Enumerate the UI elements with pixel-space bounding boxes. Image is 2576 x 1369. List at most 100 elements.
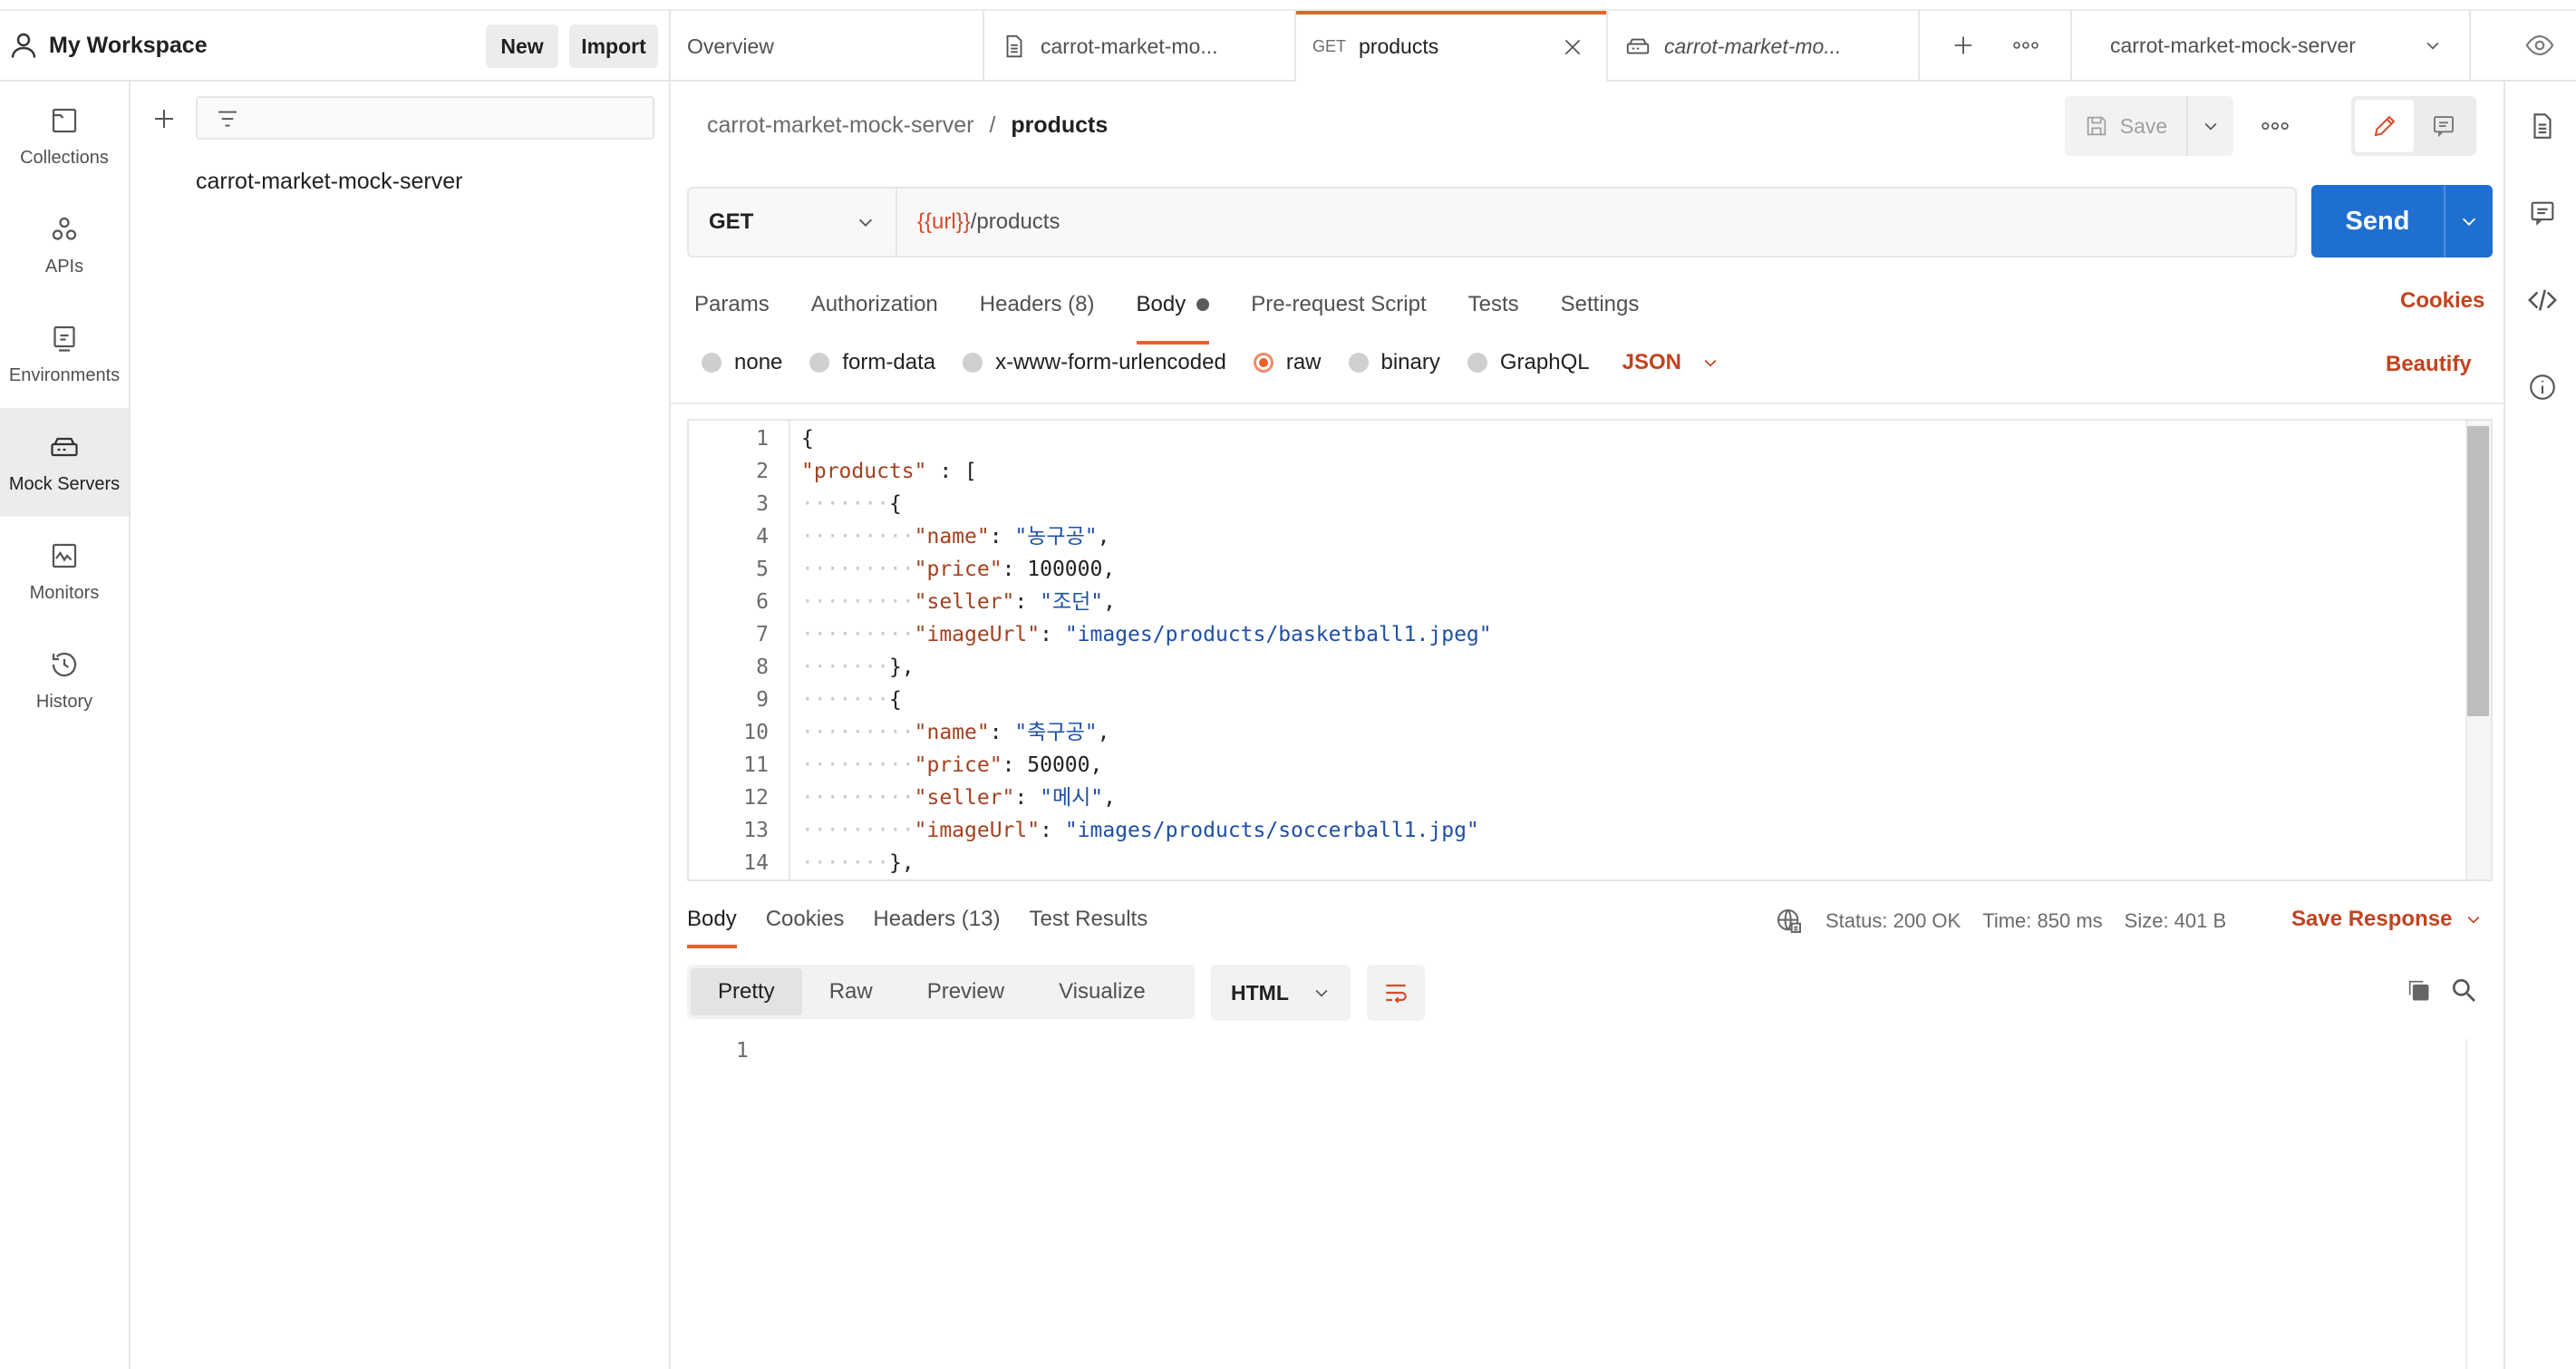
response-status[interactable]: Status: 200 OK <box>1825 909 1961 933</box>
response-scrollbar[interactable] <box>2465 1039 2467 1369</box>
response-size[interactable]: Size: 401 B <box>2125 909 2227 933</box>
comment-mode-button[interactable] <box>2414 100 2473 152</box>
tab-headers[interactable]: Headers (8) <box>980 286 1095 323</box>
code-line[interactable]: ·······{ <box>801 488 902 520</box>
import-button[interactable]: Import <box>569 24 658 68</box>
tab-overview[interactable]: Overview <box>671 11 984 82</box>
json-key: "price" <box>914 753 1002 777</box>
code-line[interactable]: "products" : [ <box>801 455 977 488</box>
tab-params[interactable]: Params <box>694 286 770 323</box>
sidebar-item-collections[interactable]: Collections <box>0 82 129 190</box>
more-icon[interactable] <box>2261 112 2290 140</box>
sidebar-item-mock-servers[interactable]: Mock Servers <box>0 408 129 517</box>
code-line[interactable]: ·········"name": "축구공", <box>801 716 1109 749</box>
radio-form-data[interactable]: form-data <box>809 350 935 375</box>
search-icon[interactable] <box>2449 976 2478 1005</box>
send-button[interactable]: Send <box>2311 185 2445 257</box>
tab-pre-request-script[interactable]: Pre-request Script <box>1251 286 1426 323</box>
tab-settings[interactable]: Settings <box>1561 286 1640 323</box>
environment-quick-look[interactable] <box>2503 11 2576 82</box>
breadcrumb-current[interactable]: products <box>1011 112 1108 138</box>
tab-body[interactable]: Body <box>1136 286 1210 345</box>
edit-mode-button[interactable] <box>2355 100 2414 152</box>
response-format-select[interactable]: HTML <box>1211 965 1351 1021</box>
sidebar-item-history[interactable]: History <box>0 626 129 734</box>
code-line[interactable]: ·········"price": 100000, <box>801 553 1115 586</box>
save-button[interactable]: Save <box>2065 96 2188 156</box>
response-tab-headers[interactable]: Headers (13) <box>873 907 1000 932</box>
cookies-link[interactable]: Cookies <box>2400 288 2484 314</box>
code-line[interactable]: ·········"name": "농구공", <box>801 520 1109 553</box>
json-key: "price" <box>914 558 1002 581</box>
code-line[interactable]: ·········"seller": "메시", <box>801 782 1116 814</box>
radio-binary[interactable]: binary <box>1348 350 1440 375</box>
documentation-icon[interactable] <box>2527 111 2558 141</box>
code-line[interactable]: ·········"imageUrl": "images/products/so… <box>801 814 1479 847</box>
close-icon[interactable] <box>1561 35 1584 59</box>
breadcrumb-parent[interactable]: carrot-market-mock-server <box>707 112 973 138</box>
method-select[interactable]: GET <box>689 189 897 256</box>
response-tabs: Body Cookies Headers (13) Test Results <box>687 907 1148 948</box>
json-token: : <box>989 525 1015 549</box>
sidebar-item-apis[interactable]: APIs <box>0 190 129 299</box>
code-line[interactable]: ·········"price": 50000, <box>801 749 1102 782</box>
sidebar-item-environments[interactable]: Environments <box>0 299 129 408</box>
tab-mock-server[interactable]: carrot-market-mo... <box>1608 11 1920 82</box>
response-body-viewer[interactable]: 1 <box>687 1039 2493 1369</box>
view-preview[interactable]: Preview <box>900 968 1031 1015</box>
tab-products[interactable]: GET products <box>1296 11 1608 82</box>
code-line[interactable]: ·······{ <box>801 684 902 716</box>
radio-none[interactable]: none <box>702 350 782 375</box>
beautify-button[interactable]: Beautify <box>2386 352 2472 377</box>
more-icon[interactable] <box>2012 39 2039 52</box>
code-icon[interactable] <box>2527 285 2558 316</box>
new-button[interactable]: New <box>486 24 558 68</box>
language-select[interactable]: JSON <box>1622 350 1719 375</box>
filter-input[interactable] <box>196 96 654 140</box>
pencil-icon <box>2374 115 2395 137</box>
editor-scrollbar-thumb[interactable] <box>2467 426 2489 716</box>
plus-icon[interactable] <box>150 105 178 132</box>
radio-graphql[interactable]: GraphQL <box>1467 350 1590 375</box>
tab-collection-doc[interactable]: carrot-market-mo... <box>984 11 1296 82</box>
info-icon[interactable] <box>2527 372 2558 403</box>
response-tab-body[interactable]: Body <box>687 907 737 948</box>
plus-icon[interactable] <box>1951 33 1976 58</box>
save-options-button[interactable] <box>2188 117 2233 135</box>
editor-scrollbar[interactable] <box>2465 421 2491 879</box>
json-token: , <box>1097 525 1110 549</box>
response-time[interactable]: Time: 850 ms <box>1982 909 2102 933</box>
radio-indicator <box>1467 353 1487 373</box>
response-tab-cookies[interactable]: Cookies <box>766 907 845 932</box>
tab-tests[interactable]: Tests <box>1468 286 1519 323</box>
line-number: 1 <box>736 1039 749 1063</box>
line-number: 7 <box>756 623 769 646</box>
code-line[interactable]: { <box>801 422 814 455</box>
code-line[interactable]: ·······}, <box>801 651 915 684</box>
view-visualize[interactable]: Visualize <box>1031 968 1173 1015</box>
json-string: "images/products/basketball1.jpeg" <box>1064 623 1492 646</box>
wrap-lines-button[interactable] <box>1367 965 1425 1021</box>
chevron-down-icon <box>2204 122 2217 131</box>
comments-icon[interactable] <box>2527 198 2558 228</box>
radio-raw[interactable]: raw <box>1253 350 1322 375</box>
tab-authorization[interactable]: Authorization <box>811 286 938 323</box>
environment-select[interactable]: carrot-market-mock-server <box>2072 11 2471 80</box>
body-code-editor[interactable]: 1 2 3 4 5 6 7 8 9 10 11 12 13 14 {"products" : [·····… <box>687 419 2493 881</box>
language-value: JSON <box>1622 350 1681 374</box>
send-options-button[interactable] <box>2445 185 2493 257</box>
radio-urlencoded[interactable]: x-www-form-urlencoded <box>963 350 1226 375</box>
code-line[interactable]: ·········"imageUrl": "images/products/ba… <box>801 618 1492 651</box>
code-line[interactable]: ·······}, <box>801 847 915 879</box>
tree-item-mock-server[interactable]: carrot-market-mock-server <box>196 169 462 195</box>
comment-icon <box>2433 116 2454 138</box>
globe-icon[interactable] <box>1775 907 1804 936</box>
copy-icon[interactable] <box>2404 976 2433 1005</box>
url-input[interactable]: {{url}} /products <box>897 189 2295 256</box>
view-pretty[interactable]: Pretty <box>691 968 802 1015</box>
view-raw[interactable]: Raw <box>802 968 900 1015</box>
sidebar-item-monitors[interactable]: Monitors <box>0 517 129 626</box>
response-tab-test-results[interactable]: Test Results <box>1029 907 1148 932</box>
code-line[interactable]: ·········"seller": "조던", <box>801 586 1116 618</box>
save-response-button[interactable]: Save Response <box>2291 907 2483 932</box>
